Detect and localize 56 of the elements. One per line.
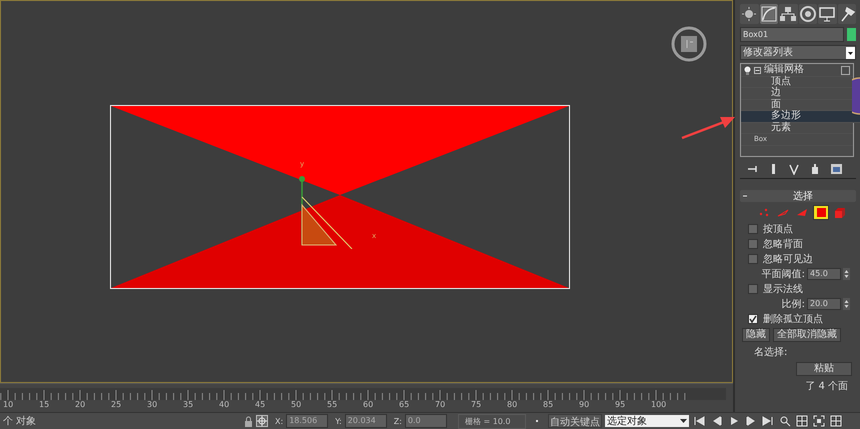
stack-label: 编辑网格 bbox=[764, 65, 805, 76]
frame-number: 10 bbox=[3, 400, 14, 409]
stack-subitem[interactable]: 多边形 bbox=[741, 111, 860, 122]
coordinate-label: Z: bbox=[394, 416, 402, 426]
frame-number: 20 bbox=[75, 400, 86, 409]
frame-number: 50 bbox=[291, 400, 302, 409]
frame-number: 25 bbox=[111, 400, 122, 409]
stack-label: 多边形 bbox=[771, 111, 802, 122]
stack-label: 面 bbox=[771, 100, 781, 110]
selection-count: 个 对象 bbox=[3, 414, 38, 428]
frame-number: 45 bbox=[255, 400, 266, 409]
frame-number: 85 bbox=[543, 400, 554, 409]
spinner-label: 比例: bbox=[782, 298, 805, 310]
key-filter-dropdown[interactable]: 选定对象 bbox=[604, 415, 689, 427]
checkbox-label: 忽略背面 bbox=[763, 238, 803, 250]
frame-number: 65 bbox=[399, 400, 410, 409]
spinner-field[interactable]: 45.0 bbox=[807, 268, 841, 280]
stack-label: 顶点 bbox=[771, 76, 792, 87]
paste-button[interactable]: 粘贴 bbox=[796, 362, 852, 376]
stack-subitem[interactable]: 元素 bbox=[741, 122, 853, 134]
dropdown-value: 修改器列表 bbox=[743, 46, 793, 59]
dropdown-value: 选定对象 bbox=[606, 414, 647, 428]
frame-number: 90 bbox=[579, 400, 590, 409]
coordinate-label: Y: bbox=[335, 416, 342, 426]
stack-label: 元素 bbox=[771, 122, 792, 133]
rollout-title: 选择 bbox=[792, 190, 814, 202]
panel-button[interactable]: 隐藏 bbox=[742, 328, 770, 342]
rollout-header[interactable]: 选择 bbox=[740, 190, 856, 202]
checkbox-label: 按顶点 bbox=[763, 222, 793, 236]
modifier-list-dropdown[interactable]: 修改器列表 bbox=[740, 45, 856, 60]
panel-button[interactable]: 全部取消隐藏 bbox=[773, 328, 841, 342]
frame-number: 15 bbox=[39, 400, 50, 409]
coordinate-label: X: bbox=[275, 416, 284, 426]
grid-size-label: 栅格 = 10.0 bbox=[458, 414, 526, 428]
section-label: 名选择: bbox=[753, 346, 788, 358]
frame-number: 95 bbox=[615, 400, 626, 409]
frame-number: 55 bbox=[327, 400, 338, 409]
frame-number: 70 bbox=[435, 400, 446, 409]
auto-key-button[interactable]: 自动关键点 bbox=[548, 414, 602, 428]
frame-number: 35 bbox=[183, 400, 194, 409]
coordinate-field[interactable]: 0.0 bbox=[404, 414, 447, 428]
object-name-field[interactable]: Box01 bbox=[740, 27, 844, 42]
stack-item[interactable]: 编辑网格 bbox=[741, 65, 853, 76]
checkbox-label: 忽略可见边 bbox=[763, 252, 813, 266]
stack-label: 边 bbox=[771, 88, 782, 98]
checkbox-label: 显示法线 bbox=[763, 282, 803, 296]
frame-number: 75 bbox=[471, 400, 482, 409]
frame-number: 30 bbox=[147, 400, 158, 409]
frame-number: 40 bbox=[219, 400, 230, 409]
frame-number: 60 bbox=[363, 400, 374, 409]
selection-info: 了 4 个面 bbox=[804, 380, 849, 392]
spinner-field[interactable]: 20.0 bbox=[807, 298, 841, 310]
frame-number: 80 bbox=[507, 400, 518, 409]
checkbox-label: 删除孤立顶点 bbox=[763, 312, 823, 326]
frame-number: 100 bbox=[651, 400, 666, 409]
spinner-label: 平面阈值: bbox=[762, 268, 805, 280]
